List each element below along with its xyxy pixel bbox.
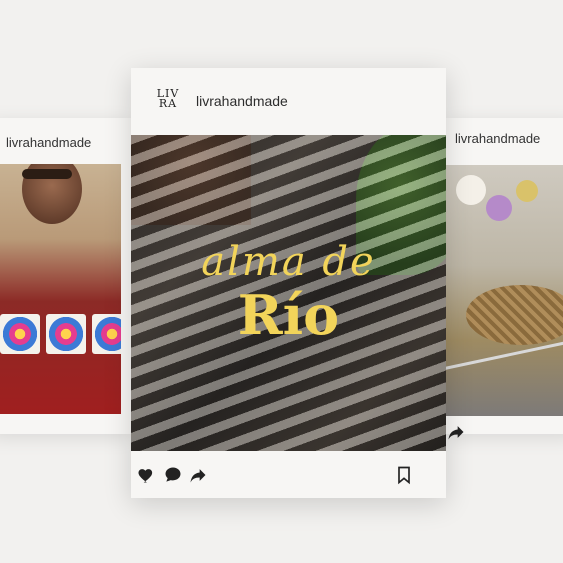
action-bar (131, 451, 446, 498)
flower (486, 195, 512, 221)
flower (516, 180, 538, 202)
brand-logo-text: LIV RA (156, 87, 180, 110)
comment-icon[interactable] (163, 465, 183, 485)
post-card-left: livrahandmade (0, 118, 131, 434)
post-card-right: livrahandmade (446, 118, 563, 440)
post-username[interactable]: livrahandmade (455, 131, 540, 146)
granny-square-detail (0, 314, 40, 354)
sunglasses (22, 169, 72, 179)
post-card-main: LIV RA livrahandmade alma de Río (131, 68, 446, 498)
bike-handlebar (446, 341, 563, 372)
overlay-script-text: alma de (201, 239, 376, 285)
flower (456, 175, 486, 205)
action-bar (446, 416, 563, 440)
overlay-title: Río (237, 283, 340, 347)
share-icon[interactable] (188, 465, 208, 485)
post-username[interactable]: livrahandmade (196, 93, 288, 109)
brand-logo[interactable]: LIV RA (155, 86, 181, 112)
post-photo[interactable] (0, 164, 121, 414)
granny-square-detail (92, 314, 121, 354)
bookmark-icon[interactable] (394, 465, 414, 485)
granny-square-detail (46, 314, 86, 354)
post-username[interactable]: livrahandmade (6, 135, 91, 150)
basket (466, 285, 563, 345)
share-icon[interactable] (446, 422, 466, 442)
heart-icon[interactable] (137, 465, 157, 485)
post-photo[interactable]: alma de Río (131, 135, 446, 451)
post-photo[interactable] (446, 165, 563, 416)
